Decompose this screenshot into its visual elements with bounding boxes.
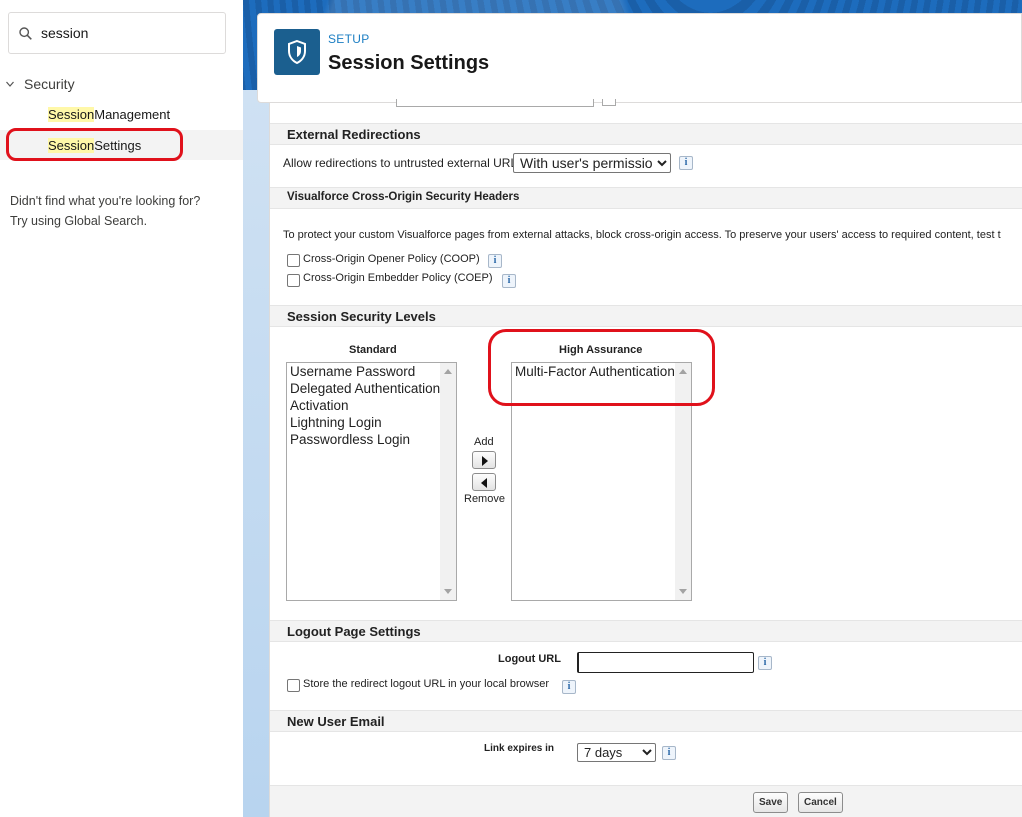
info-icon[interactable]: i: [502, 274, 516, 288]
add-button[interactable]: [472, 451, 496, 469]
link-expires-select[interactable]: 7 days: [577, 743, 656, 762]
search-icon: [19, 27, 32, 40]
coep-checkbox[interactable]: [287, 274, 300, 287]
page-header: SETUP Session Settings: [257, 13, 1022, 103]
coop-checkbox[interactable]: [287, 254, 300, 267]
store-logout-url-label: Store the redirect logout URL in your lo…: [303, 678, 549, 690]
security-shield-icon: [274, 29, 320, 75]
coop-label: Cross-Origin Opener Policy (COOP): [303, 253, 480, 265]
section-header-external-redirections: External Redirections: [270, 123, 1022, 145]
visualforce-description: To protect your custom Visualforce pages…: [283, 229, 1001, 241]
quick-find-box[interactable]: [8, 12, 226, 54]
logout-url-label: Logout URL: [498, 653, 561, 665]
cut-off-info-icon[interactable]: [602, 99, 616, 106]
section-header-session-security-levels: Session Security Levels: [270, 305, 1022, 327]
standard-list-label: Standard: [349, 344, 397, 356]
arrow-left-icon: [481, 478, 487, 488]
page-title: Session Settings: [328, 52, 490, 74]
info-icon[interactable]: i: [662, 746, 676, 760]
link-expires-label: Link expires in: [484, 743, 555, 754]
tree-node-security[interactable]: Security: [0, 72, 243, 96]
cut-off-select[interactable]: [396, 99, 594, 107]
logout-url-input[interactable]: [577, 652, 754, 673]
listbox-option[interactable]: Passwordless Login: [287, 431, 456, 448]
global-search-hint: Try using Global Search.: [10, 214, 148, 228]
section-header-logout-page-settings: Logout Page Settings: [270, 620, 1022, 642]
not-found-line: Didn't find what you're looking for?: [10, 194, 201, 208]
not-found-message: Didn't find what you're looking for? Try…: [10, 191, 200, 231]
listbox-option[interactable]: Lightning Login: [287, 414, 456, 431]
scroll-down-arrow-icon[interactable]: [444, 589, 452, 594]
redirections-select[interactable]: With user's permission: [513, 153, 671, 173]
cancel-button[interactable]: Cancel: [798, 792, 843, 813]
quick-find-input[interactable]: [41, 21, 221, 45]
save-button[interactable]: Save: [753, 792, 789, 813]
remove-button[interactable]: [472, 473, 496, 491]
listbox-option[interactable]: Username Password: [287, 363, 456, 380]
listbox-option[interactable]: Delegated Authentication: [287, 380, 456, 397]
standard-listbox[interactable]: Username Password Delegated Authenticatio…: [286, 362, 457, 601]
annotation-circle-session-settings: [6, 128, 183, 161]
button-footer: Save Cancel: [270, 785, 1022, 817]
info-icon[interactable]: i: [758, 656, 772, 670]
scroll-up-arrow-icon[interactable]: [444, 369, 452, 374]
info-icon[interactable]: i: [679, 156, 693, 170]
section-header-visualforce: Visualforce Cross-Origin Security Header…: [270, 187, 1022, 209]
tree-item-session-management[interactable]: Session Management: [0, 99, 243, 129]
tree-node-label: Security: [24, 76, 75, 92]
scroll-down-arrow-icon[interactable]: [679, 589, 687, 594]
settings-content: External Redirections Allow redirections…: [269, 99, 1022, 817]
search-match-highlight: Session: [48, 106, 95, 122]
annotation-circle-high-assurance: [488, 329, 715, 406]
add-label: Add: [474, 436, 494, 448]
breadcrumb[interactable]: SETUP: [328, 32, 370, 46]
info-icon[interactable]: i: [562, 680, 576, 694]
info-icon[interactable]: i: [488, 254, 502, 268]
coep-label: Cross-Origin Embedder Policy (COEP): [303, 272, 493, 284]
redirections-label: Allow redirections to untrusted external…: [283, 156, 524, 170]
listbox-scrollbar[interactable]: [440, 363, 456, 600]
store-logout-url-checkbox[interactable]: [287, 679, 300, 692]
remove-label: Remove: [464, 493, 505, 505]
tree-item-label: Management: [94, 106, 171, 122]
listbox-option[interactable]: Activation: [287, 397, 456, 414]
chevron-down-icon[interactable]: [6, 80, 14, 88]
arrow-right-icon: [482, 456, 488, 466]
section-header-new-user-email: New User Email: [270, 710, 1022, 732]
setup-sidebar: Security Session Management Session Sett…: [0, 0, 243, 817]
